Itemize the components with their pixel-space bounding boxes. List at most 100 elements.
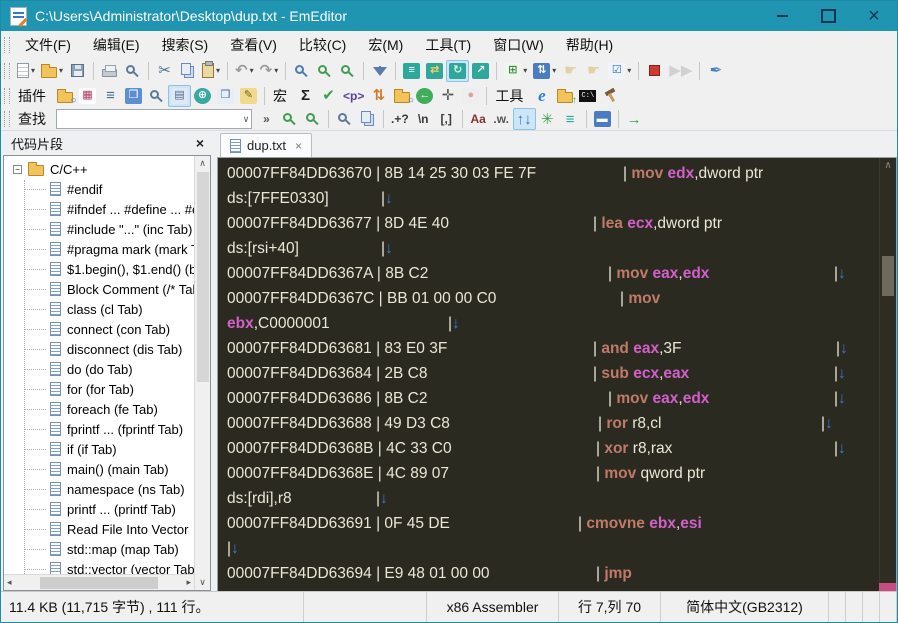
compare-left-button[interactable]: ☛	[559, 60, 582, 82]
menu-item-macros[interactable]: 宏(M)	[357, 32, 414, 58]
search-updown-button[interactable]: ↑↓	[512, 108, 536, 130]
toolbar-gripper[interactable]	[4, 36, 10, 53]
macro-cursor-button[interactable]: ✛	[436, 85, 459, 107]
scrollbar-thumb[interactable]	[882, 256, 894, 296]
snippet-item[interactable]: namespace (ns Tab)	[4, 479, 210, 499]
snippet-item[interactable]: std::map (map Tab)	[4, 539, 210, 559]
macro-check-button[interactable]: ✔	[317, 85, 340, 107]
list-results-button[interactable]: ≡	[559, 108, 582, 130]
go-next-button[interactable]: →	[623, 108, 646, 130]
syntax-mode[interactable]: x86 Assembler	[427, 592, 559, 622]
paste-button[interactable]: ▾	[199, 60, 223, 82]
pin-tool-button[interactable]: ✒	[704, 60, 727, 82]
encoding[interactable]: 简体中文(GB2312)	[661, 592, 829, 622]
validate-button[interactable]: ☑ ▾	[605, 60, 634, 82]
macro-find-folder-button[interactable]: ○	[390, 85, 414, 107]
next-window-button[interactable]: ↗	[469, 60, 492, 82]
open-file-button[interactable]: ▾	[38, 60, 66, 82]
plugin-search-button[interactable]	[145, 85, 168, 107]
outline-dropdown-icon[interactable]: ▾	[523, 66, 527, 75]
outline-button[interactable]: ⊞ ▾	[501, 60, 530, 82]
scroll-left-icon[interactable]: ◂	[7, 577, 12, 588]
output-pane-button[interactable]: ▬	[591, 108, 614, 130]
record-macro-button[interactable]	[643, 60, 666, 82]
plugin-explorer-button[interactable]: ○	[53, 85, 77, 107]
open-file-dropdown-icon[interactable]: ▾	[59, 66, 63, 75]
print-preview-button[interactable]	[121, 60, 144, 82]
plugin-outline-button[interactable]: ≡	[99, 85, 122, 107]
tool-build-button[interactable]	[599, 85, 622, 107]
snippet-item[interactable]: $1.begin(), $1.end() (be Tab)	[4, 259, 210, 279]
snippet-item[interactable]: foreach (fe Tab)	[4, 399, 210, 419]
snippet-item[interactable]: printf ... (printf Tab)	[4, 499, 210, 519]
menu-item-file[interactable]: 文件(F)	[14, 32, 82, 58]
macro-sort-button[interactable]: ⇅	[367, 85, 390, 107]
maximize-button[interactable]	[805, 1, 851, 31]
copy-button[interactable]	[176, 60, 199, 82]
snippets-vertical-scrollbar[interactable]: ∧ ∨	[194, 156, 210, 590]
copy-results-button[interactable]	[356, 108, 379, 130]
snippet-item[interactable]: fprintf ... (fprintf Tab)	[4, 419, 210, 439]
find-button[interactable]	[290, 60, 313, 82]
macro-tag-button[interactable]: <p>	[340, 85, 367, 107]
whole-word-button[interactable]: .w.	[490, 108, 513, 130]
paste-dropdown-icon[interactable]: ▾	[216, 66, 220, 75]
tree-root-c-cpp[interactable]: − C/C++	[4, 159, 210, 179]
snippet-item[interactable]: do (do Tab)	[4, 359, 210, 379]
plugin-html-bar-button[interactable]: ▦	[76, 85, 99, 107]
filter-button[interactable]	[368, 60, 391, 82]
sync-scroll-button[interactable]: ↻	[446, 59, 470, 82]
minimize-button[interactable]	[759, 1, 805, 31]
editor-content[interactable]: ∧ 00007FF84DD63670 | 8B 14 25 30 03 FE 7…	[217, 157, 897, 591]
overflow-chevron-button[interactable]: »	[255, 108, 278, 130]
compare-files-button[interactable]: ≡	[400, 60, 423, 82]
snippets-horizontal-scrollbar[interactable]: ◂ ▸	[4, 574, 194, 590]
charclass-toggle-button[interactable]: [,]	[435, 108, 458, 130]
close-button[interactable]: ×	[851, 1, 897, 31]
scrollbar-thumb[interactable]	[196, 172, 209, 382]
plugin-web-preview-button[interactable]: ⊕	[191, 85, 214, 107]
scroll-down-icon[interactable]: ∨	[199, 575, 206, 590]
find-all-button[interactable]	[333, 108, 356, 130]
snippet-item[interactable]: #ifndef ... #define ... #endif	[4, 199, 210, 219]
menu-item-search[interactable]: 搜索(S)	[151, 32, 220, 58]
escape-toggle-button[interactable]: \n	[412, 108, 435, 130]
menu-item-edit[interactable]: 编辑(E)	[82, 32, 151, 58]
macro-sum-button[interactable]: Σ	[294, 85, 317, 107]
new-file-dropdown-icon[interactable]: ▾	[31, 66, 35, 75]
find-next-button[interactable]	[278, 108, 301, 130]
plugin-open-documents-button[interactable]: ❒	[214, 85, 237, 107]
menu-item-window[interactable]: 窗口(W)	[482, 32, 555, 58]
tab-dup-txt[interactable]: dup.txt ×	[220, 133, 313, 157]
zoom-in-button[interactable]	[313, 60, 336, 82]
undo-dropdown-icon[interactable]: ▾	[250, 66, 254, 75]
snippet-item[interactable]: #endif	[4, 179, 210, 199]
number-search-button[interactable]: ✳	[536, 108, 559, 130]
snippets-close-icon[interactable]: ×	[196, 136, 204, 150]
sync-settings-dropdown-icon[interactable]: ▾	[552, 66, 556, 75]
plugin-word-complete-button[interactable]: ✎	[237, 85, 260, 107]
tool-browser-button[interactable]: e	[530, 85, 553, 107]
compare-right-button[interactable]: ☛	[582, 60, 605, 82]
scroll-right-icon[interactable]: ▸	[186, 577, 191, 588]
macro-stop-doc-button[interactable]: ●	[459, 85, 482, 107]
snippet-item[interactable]: std::vector (vector Tab)	[4, 559, 210, 574]
cut-button[interactable]: ✂	[153, 60, 176, 82]
redo-dropdown-icon[interactable]: ▾	[274, 66, 278, 75]
snippet-item[interactable]: #include "..." (inc Tab)	[4, 219, 210, 239]
undo-button[interactable]: ↶ ▾	[232, 60, 257, 82]
print-button[interactable]	[98, 60, 121, 82]
snippet-item[interactable]: for (for Tab)	[4, 379, 210, 399]
find-input[interactable]	[57, 110, 241, 128]
snippet-item[interactable]: connect (con Tab)	[4, 319, 210, 339]
sync-settings-button[interactable]: ⇅ ▾	[530, 60, 559, 82]
menu-item-tools[interactable]: 工具(T)	[414, 32, 482, 58]
snippet-item[interactable]: Block Comment (/* Tab)	[4, 279, 210, 299]
title-bar[interactable]: C:\Users\Administrator\Desktop\dup.txt -…	[1, 1, 897, 31]
plugin-snippets-button[interactable]: ▤	[168, 84, 191, 107]
zoom-out-button[interactable]	[336, 60, 359, 82]
validate-dropdown-icon[interactable]: ▾	[627, 66, 631, 75]
redo-button[interactable]: ↷ ▾	[257, 60, 282, 82]
cursor-position[interactable]: 行 7,列 70	[559, 592, 661, 622]
run-macro-button[interactable]: ▶▶	[666, 60, 695, 82]
